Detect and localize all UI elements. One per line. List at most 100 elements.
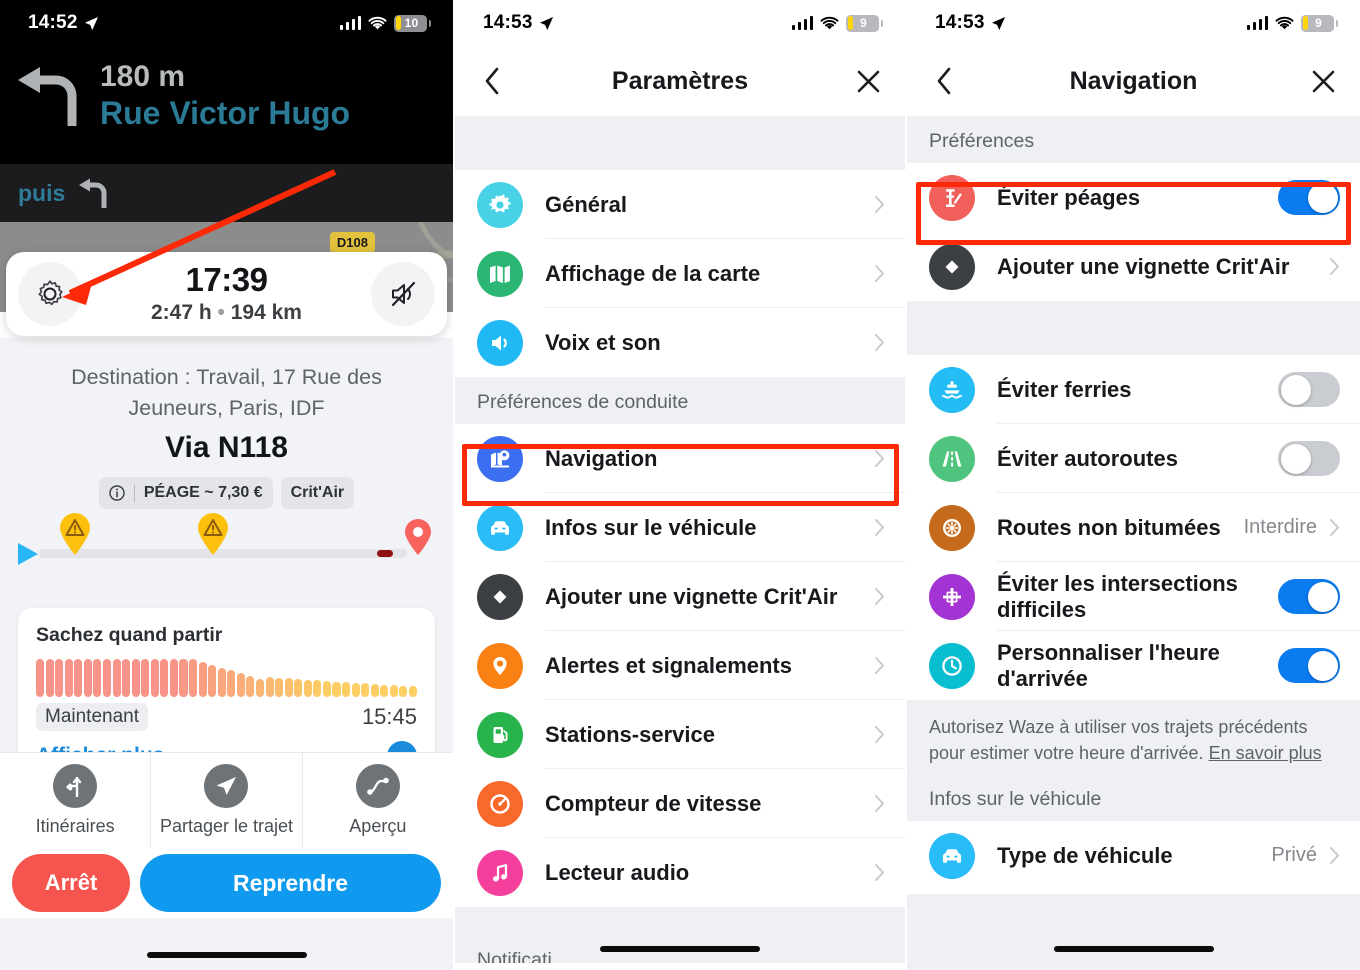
section-spacer [455, 907, 905, 947]
histogram-bar [64, 659, 73, 697]
status-time: 14:52 [28, 12, 78, 33]
road-shield-badge: D108 [329, 232, 375, 253]
battery-icon: 9 [1301, 14, 1338, 32]
settings-row-general[interactable]: Général [455, 170, 905, 239]
toll-chip[interactable]: PÉAGE ~ 7,30 € [98, 477, 273, 510]
close-x-icon [1312, 70, 1334, 92]
depart-card-footer: Maintenant 15:45 [36, 703, 417, 731]
settings-row-vehicle-info[interactable]: Infos sur le véhicule [455, 493, 905, 562]
speedometer-icon [477, 780, 523, 827]
toggle-avoid-highways[interactable] [1278, 441, 1340, 476]
settings-row-critair[interactable]: Ajouter une vignette Crit'Air [907, 232, 1360, 301]
turn-left-icon [18, 67, 77, 126]
toll-chip-label: PÉAGE ~ 7,30 € [143, 484, 263, 502]
section-header-preferences: Préférences [907, 116, 1360, 163]
settings-row-dirt-roads[interactable]: Routes non bitumées Interdire [907, 493, 1360, 562]
settings-row-gas-stations[interactable]: Stations-service [455, 700, 905, 769]
eta-card: 17:39 2:47 h • 194 km [6, 252, 447, 336]
chevron-right-icon [875, 196, 885, 213]
turn-street-name: Rue Victor Hugo [100, 95, 351, 131]
settings-row-label: Éviter péages [997, 184, 1141, 210]
action-apercu[interactable]: Aperçu [303, 753, 453, 848]
histogram-bar [189, 659, 198, 697]
action-label: Itinéraires [35, 816, 115, 836]
eta-separator: • [217, 300, 225, 324]
stop-button[interactable]: Arrêt [12, 854, 130, 912]
map-icon [477, 250, 523, 297]
chevron-left-icon [937, 67, 950, 95]
mute-button[interactable] [371, 262, 435, 326]
section-header-driving-preferences: Préférences de conduite [455, 377, 905, 424]
settings-row-value: Privé [1271, 844, 1317, 867]
ferry-icon [929, 366, 975, 413]
action-label: Partager le trajet [159, 816, 294, 836]
settings-row-avoid-tolls[interactable]: Éviter péages [907, 163, 1360, 232]
route-chips: PÉAGE ~ 7,30 € Crit'Air [0, 477, 453, 510]
histogram-bar [255, 678, 264, 697]
settings-row-label: Personnaliser l'heure d'arrivée [997, 639, 1220, 691]
histogram-bar [169, 659, 178, 697]
phone-panel-settings: 14:53 9 Paramètres Général Affichage de … [455, 0, 905, 970]
route-alert-pin-icon[interactable] [196, 512, 230, 556]
status-left: 14:53 [483, 12, 554, 34]
chevron-right-icon [875, 657, 885, 674]
vehicle-group: Type de véhicule Privé [907, 821, 1360, 891]
close-x-icon [857, 70, 879, 92]
close-button[interactable] [1306, 64, 1340, 98]
action-itineraires[interactable]: Itinéraires [0, 753, 152, 848]
settings-row-critair[interactable]: Ajouter une vignette Crit'Air [455, 562, 905, 631]
battery-level: 10 [404, 16, 419, 30]
settings-row-avoid-highways[interactable]: Éviter autoroutes [907, 424, 1360, 493]
settings-row-navigation[interactable]: Navigation [455, 424, 905, 493]
cellular-signal-icon [791, 16, 813, 30]
settings-row-audio-player[interactable]: Lecteur audio [455, 838, 905, 907]
depart-histogram[interactable] [36, 659, 417, 697]
section-spacer [907, 301, 1360, 355]
footnote-link[interactable]: En savoir plus [1209, 743, 1322, 763]
toggle-avoid-tolls[interactable] [1278, 180, 1340, 215]
histogram-bar [370, 683, 379, 697]
settings-row-avoid-ferries[interactable]: Éviter ferries [907, 355, 1360, 424]
home-indicator [146, 952, 307, 958]
speaker-icon [477, 319, 523, 366]
histogram-bar [93, 659, 102, 697]
chevron-right-icon [1330, 258, 1340, 275]
depart-now-label: Maintenant [36, 703, 149, 731]
then-turn-left-icon [79, 178, 107, 208]
settings-row-vehicle-type[interactable]: Type de véhicule Privé [907, 821, 1360, 891]
histogram-bar [303, 679, 312, 697]
settings-row-voice-sound[interactable]: Voix et son [455, 308, 905, 377]
settings-row-alerts[interactable]: Alertes et signalements [455, 631, 905, 700]
critair-chip[interactable]: Crit'Air [280, 477, 355, 510]
close-button[interactable] [851, 64, 885, 98]
settings-button[interactable] [18, 262, 82, 326]
wifi-icon [368, 16, 387, 29]
preferences-group: Éviter péages Ajouter une vignette Crit'… [907, 163, 1360, 301]
histogram-bar [246, 676, 255, 697]
settings-row-customize-arrival-time[interactable]: Personnaliser l'heure d'arrivée [907, 631, 1360, 700]
settings-header: Paramètres [455, 46, 905, 116]
settings-row-map-display[interactable]: Affichage de la carte [455, 239, 905, 308]
action-partager-le-trajet[interactable]: Partager le trajet [151, 753, 303, 848]
route-alert-pin-icon[interactable] [58, 512, 92, 556]
settings-row-speedometer[interactable]: Compteur de vitesse [455, 769, 905, 838]
chevron-right-icon [875, 795, 885, 812]
settings-row-avoid-difficult-intersections[interactable]: Éviter les intersections difficiles [907, 562, 1360, 631]
route-traffic-segment [377, 550, 393, 558]
back-button[interactable] [927, 64, 961, 98]
toggle-customize-arrival-time[interactable] [1278, 648, 1340, 683]
back-button[interactable] [475, 64, 509, 98]
destination-text: Destination : Travail, 17 Rue des Jeuneu… [71, 365, 382, 420]
toggle-avoid-ferries[interactable] [1278, 372, 1340, 407]
histogram-bar [141, 659, 150, 697]
gear-icon [38, 280, 63, 306]
histogram-bar [131, 659, 140, 697]
cellular-signal-icon [339, 16, 361, 30]
intersection-icon [929, 573, 975, 620]
histogram-bar [389, 685, 398, 697]
histogram-bar [217, 667, 226, 697]
resume-button[interactable]: Reprendre [140, 854, 441, 912]
route-progress-bar[interactable] [16, 513, 437, 566]
histogram-bar [351, 682, 360, 697]
toggle-avoid-difficult-intersections[interactable] [1278, 579, 1340, 614]
